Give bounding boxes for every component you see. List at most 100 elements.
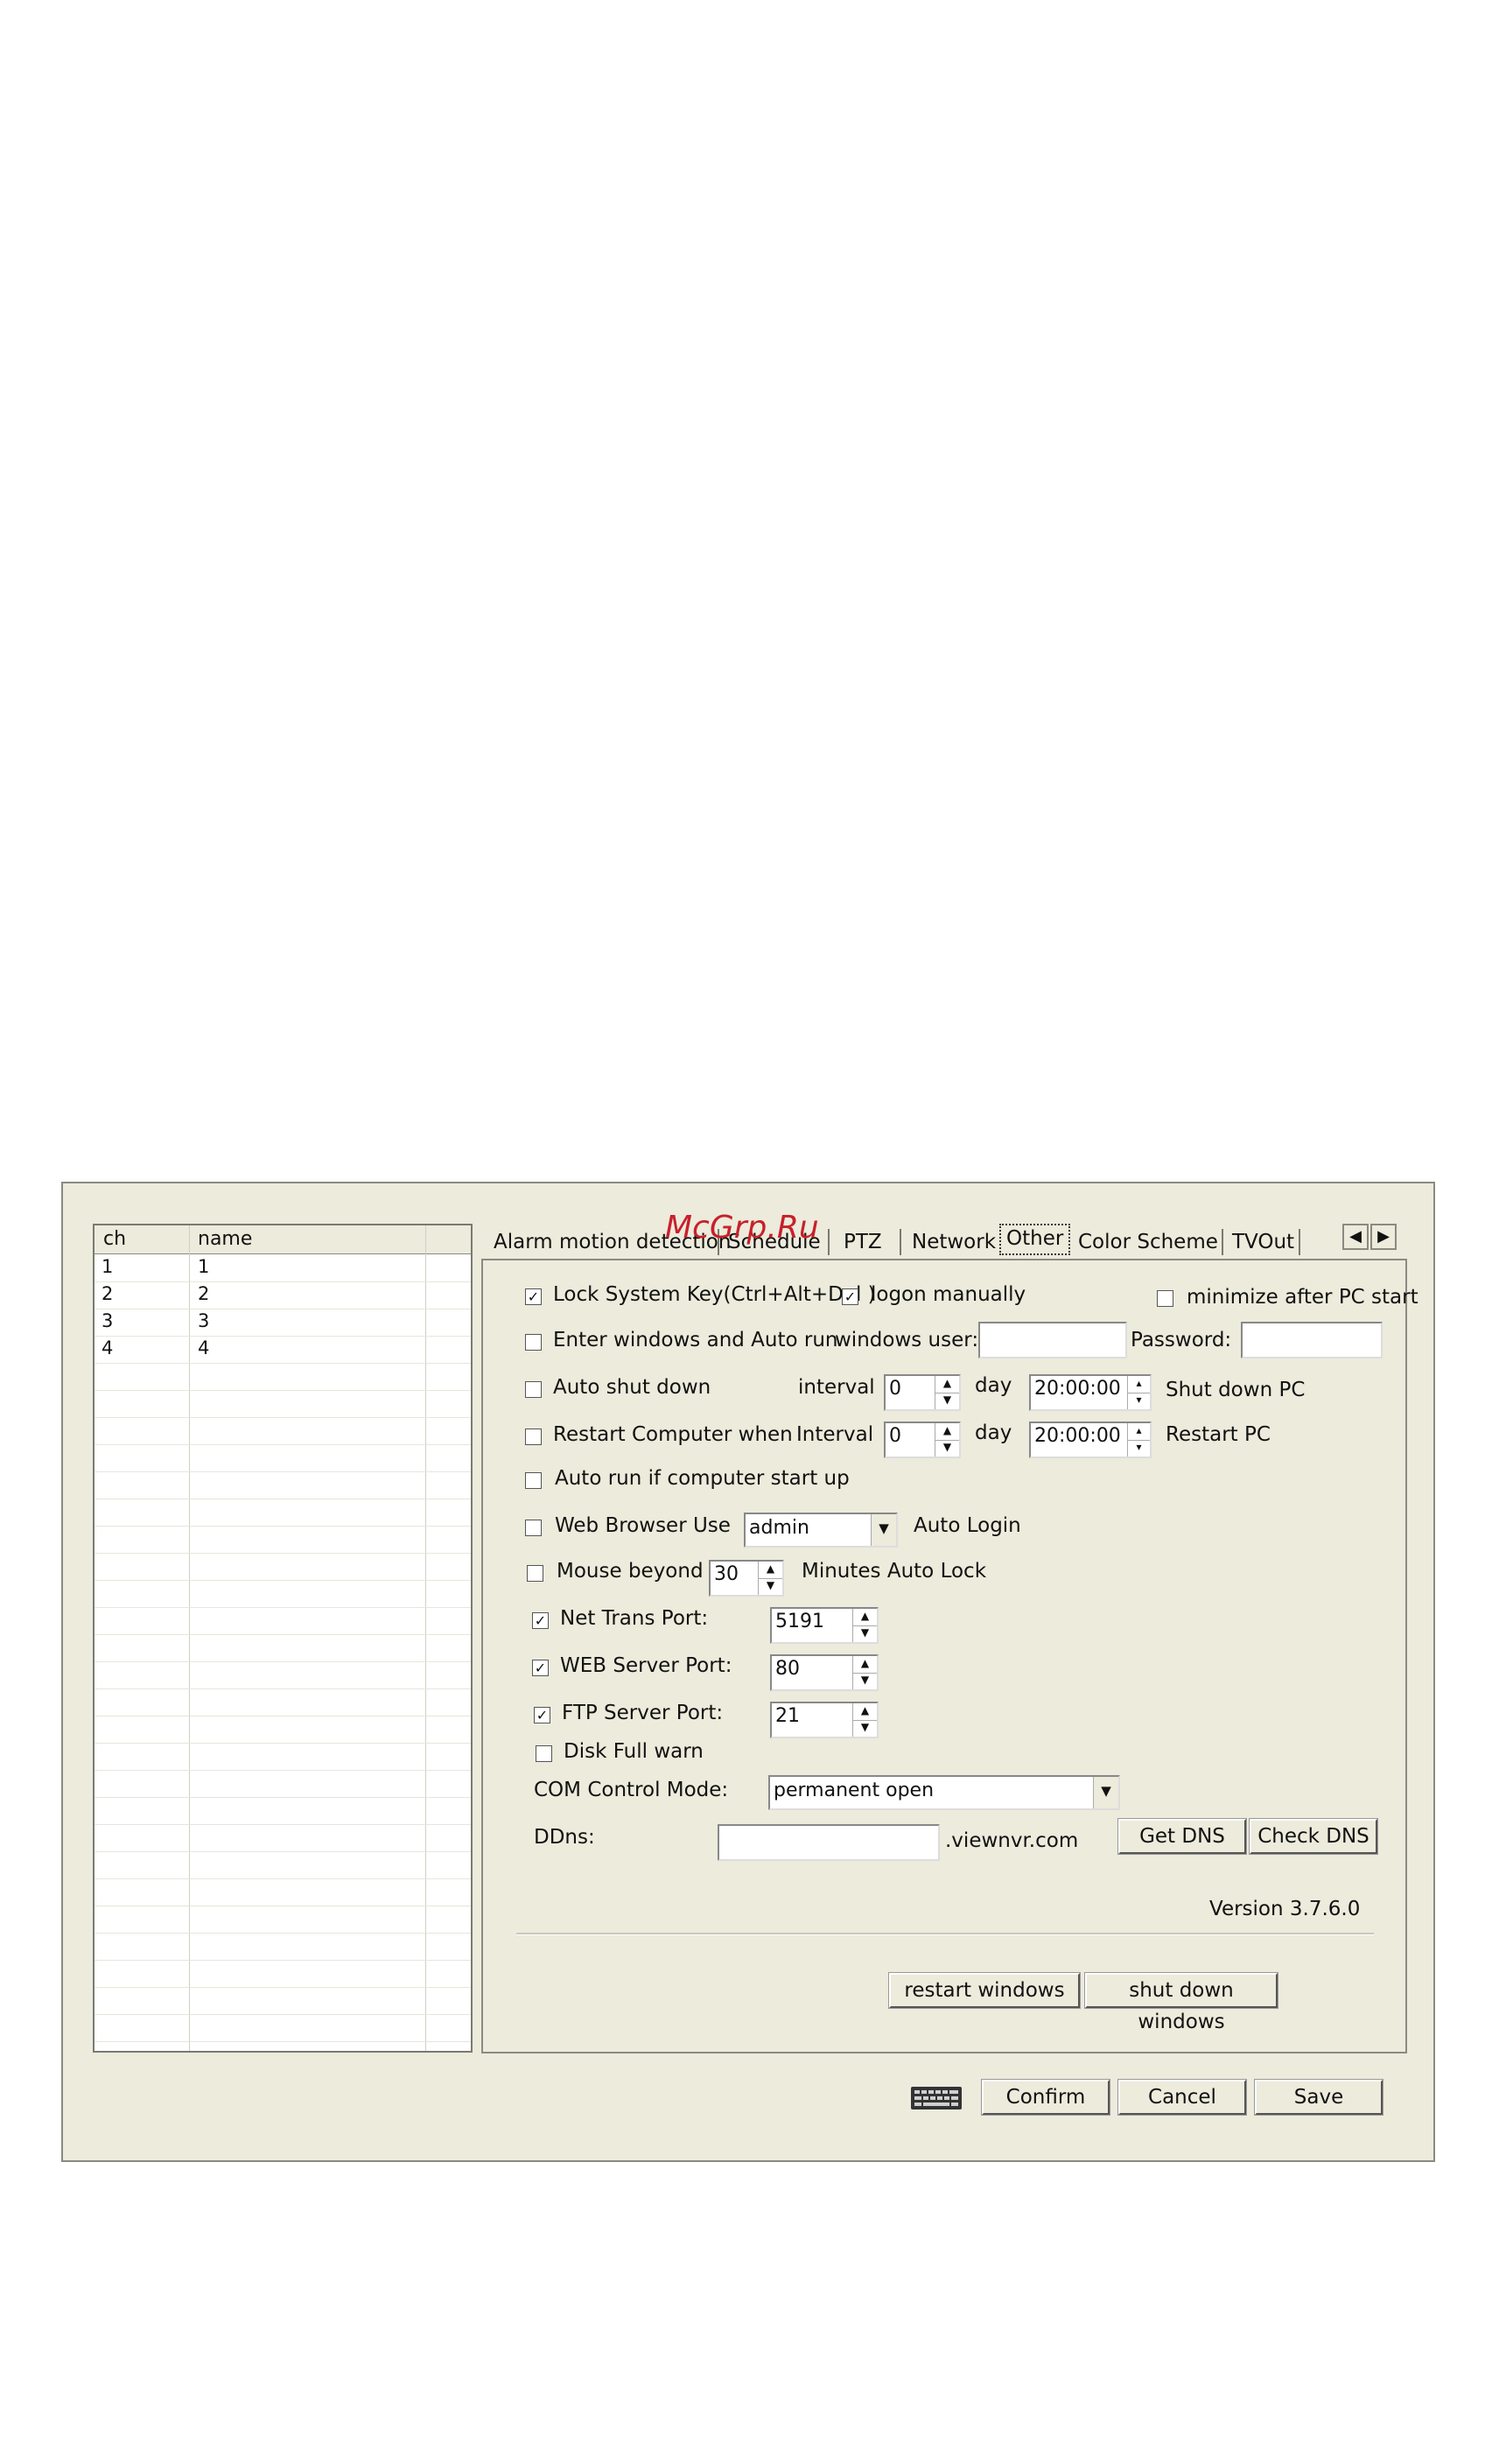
empty-table-row xyxy=(95,1933,471,1961)
spin-down-icon[interactable]: ▼ xyxy=(759,1578,782,1595)
auto-run-label: Auto run if computer start up xyxy=(555,1467,850,1490)
spin-down-icon[interactable]: ▼ xyxy=(853,1673,877,1689)
get-dns-button[interactable]: Get DNS xyxy=(1117,1818,1247,1855)
empty-table-row xyxy=(95,1607,471,1635)
empty-table-row xyxy=(95,1499,471,1527)
web-server-port-label: WEB Server Port: xyxy=(560,1654,732,1677)
restart-day-label: day xyxy=(975,1422,1012,1444)
spin-down-icon[interactable]: ▼ xyxy=(935,1393,959,1409)
ddns-input[interactable] xyxy=(718,1824,940,1861)
empty-table-row xyxy=(95,1526,471,1554)
minutes-auto-lock-label: Minutes Auto Lock xyxy=(802,1560,987,1583)
com-control-label: COM Control Mode: xyxy=(534,1779,729,1801)
auto-shutdown-checkbox[interactable] xyxy=(525,1381,542,1398)
web-browser-user-select[interactable]: admin ▼ xyxy=(744,1513,898,1548)
spin-up-icon[interactable]: ▲ xyxy=(853,1703,877,1721)
check-dns-button[interactable]: Check DNS xyxy=(1249,1818,1378,1855)
watermark: McGrp.Ru xyxy=(665,1210,819,1246)
table-row[interactable]: 1 1 xyxy=(95,1254,471,1282)
spin-up-icon[interactable]: ▴ xyxy=(1128,1423,1150,1441)
arrow-left-icon[interactable]: ◀ xyxy=(1342,1224,1369,1250)
disk-full-warn-checkbox[interactable] xyxy=(536,1745,552,1762)
auto-run-checkbox[interactable] xyxy=(525,1472,542,1489)
cell-name: 4 xyxy=(198,1337,210,1358)
shutdown-windows-button[interactable]: shut down windows xyxy=(1084,1972,1278,2033)
com-control-value: permanent open xyxy=(774,1780,935,1801)
empty-table-row xyxy=(95,1906,471,1934)
tab-ptz[interactable]: PTZ xyxy=(838,1227,887,1257)
tab-color-scheme[interactable]: Color Scheme xyxy=(1073,1227,1223,1257)
net-trans-port-value: 5191 xyxy=(775,1611,824,1632)
spin-down-icon[interactable]: ▾ xyxy=(1128,1440,1150,1457)
web-browser-user-value: admin xyxy=(749,1517,809,1539)
logon-manually-checkbox[interactable]: ✓ xyxy=(842,1288,858,1305)
web-server-port-checkbox[interactable]: ✓ xyxy=(532,1660,549,1676)
keyboard-icon[interactable] xyxy=(910,2085,963,2111)
web-server-port-spinner[interactable]: 80 ▲ ▼ xyxy=(770,1654,879,1691)
com-control-select[interactable]: permanent open ▼ xyxy=(768,1775,1120,1810)
net-trans-port-checkbox[interactable]: ✓ xyxy=(532,1612,549,1629)
net-trans-port-label: Net Trans Port: xyxy=(560,1607,709,1630)
empty-table-row xyxy=(95,1580,471,1608)
save-button[interactable]: Save xyxy=(1254,2079,1383,2116)
auto-shutdown-label: Auto shut down xyxy=(553,1376,711,1399)
net-trans-port-spinner[interactable]: 5191 ▲ ▼ xyxy=(770,1607,879,1644)
auto-shutdown-interval-spinner[interactable]: 0 ▲ ▼ xyxy=(884,1374,961,1411)
empty-table-row xyxy=(95,1770,471,1798)
enter-windows-checkbox[interactable] xyxy=(525,1334,542,1351)
empty-table-row xyxy=(95,1824,471,1852)
arrow-right-icon[interactable]: ▶ xyxy=(1370,1224,1397,1250)
cell-name: 3 xyxy=(198,1310,210,1331)
lock-system-key-checkbox[interactable]: ✓ xyxy=(525,1288,542,1305)
empty-table-row xyxy=(95,1444,471,1472)
table-row[interactable]: 4 4 xyxy=(95,1336,471,1364)
password-input[interactable] xyxy=(1241,1322,1383,1358)
auto-shutdown-time-input[interactable]: 20:00:00 ▴ ▾ xyxy=(1029,1374,1152,1411)
tab-tvout[interactable]: TVOut xyxy=(1227,1227,1299,1257)
restart-computer-label: Restart Computer when xyxy=(553,1423,793,1446)
cell-ch: 3 xyxy=(102,1310,114,1331)
tab-other[interactable]: Other xyxy=(999,1224,1071,1255)
spin-up-icon[interactable]: ▲ xyxy=(759,1562,782,1579)
cancel-button[interactable]: Cancel xyxy=(1117,2079,1247,2116)
restart-computer-checkbox[interactable] xyxy=(525,1429,542,1445)
windows-user-input[interactable] xyxy=(978,1322,1127,1358)
web-browser-checkbox[interactable] xyxy=(525,1520,542,1536)
chevron-down-icon[interactable]: ▼ xyxy=(871,1514,896,1546)
minimize-after-start-checkbox[interactable] xyxy=(1157,1290,1173,1307)
spin-up-icon[interactable]: ▲ xyxy=(935,1376,959,1393)
spin-down-icon[interactable]: ▼ xyxy=(853,1720,877,1737)
empty-table-row xyxy=(95,1743,471,1771)
mouse-beyond-checkbox[interactable] xyxy=(527,1565,543,1582)
enter-windows-label: Enter windows and Auto run xyxy=(553,1329,838,1351)
ftp-server-port-spinner[interactable]: 21 ▲ ▼ xyxy=(770,1702,879,1738)
spin-up-icon[interactable]: ▲ xyxy=(853,1656,877,1674)
mouse-beyond-label: Mouse beyond xyxy=(557,1560,704,1583)
web-server-port-value: 80 xyxy=(775,1658,800,1680)
spin-up-icon[interactable]: ▴ xyxy=(1128,1376,1150,1393)
column-header-name[interactable]: name xyxy=(198,1228,252,1250)
shut-down-pc-label: Shut down PC xyxy=(1166,1379,1306,1401)
channel-list[interactable]: ch name 1 1 2 2 3 3 4 4 xyxy=(93,1224,473,2053)
tab-network[interactable]: Network xyxy=(907,1227,1001,1257)
empty-table-row xyxy=(95,1797,471,1825)
restart-time-input[interactable]: 20:00:00 ▴ ▾ xyxy=(1029,1422,1152,1458)
logon-manually-label: logon manually xyxy=(871,1283,1026,1306)
empty-table-row xyxy=(95,2014,471,2042)
spin-down-icon[interactable]: ▼ xyxy=(935,1440,959,1457)
spin-up-icon[interactable]: ▲ xyxy=(853,1609,877,1626)
table-row[interactable]: 3 3 xyxy=(95,1309,471,1337)
ftp-server-port-checkbox[interactable]: ✓ xyxy=(534,1707,550,1723)
mouse-beyond-spinner[interactable]: 30 ▲ ▼ xyxy=(709,1560,784,1597)
column-header-ch[interactable]: ch xyxy=(103,1228,126,1250)
spin-up-icon[interactable]: ▲ xyxy=(935,1423,959,1441)
restart-windows-button[interactable]: restart windows xyxy=(888,1972,1081,2009)
spin-down-icon[interactable]: ▾ xyxy=(1128,1393,1150,1409)
confirm-button[interactable]: Confirm xyxy=(981,2079,1110,2116)
table-row[interactable]: 2 2 xyxy=(95,1281,471,1309)
chevron-down-icon[interactable]: ▼ xyxy=(1093,1777,1118,1808)
channel-list-header: ch name xyxy=(95,1225,471,1254)
divider xyxy=(516,1933,1374,1935)
spin-down-icon[interactable]: ▼ xyxy=(853,1625,877,1642)
restart-interval-spinner[interactable]: 0 ▲ ▼ xyxy=(884,1422,961,1458)
